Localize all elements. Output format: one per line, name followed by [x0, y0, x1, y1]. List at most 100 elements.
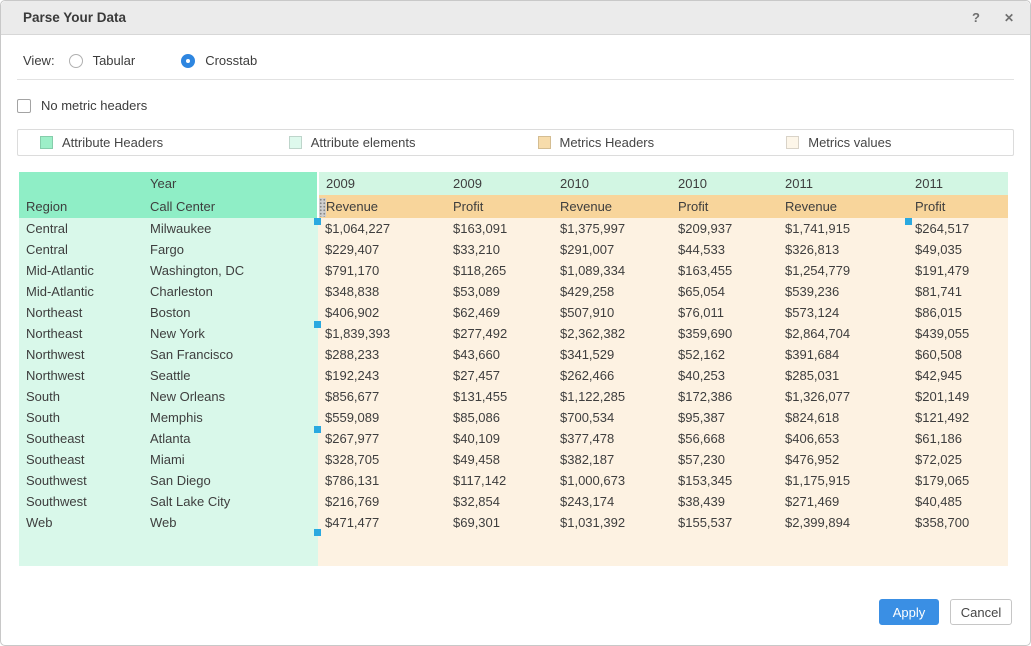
- header-cell[interactable]: Profit: [671, 195, 778, 218]
- help-icon[interactable]: ?: [972, 1, 980, 35]
- header-cell[interactable]: Revenue: [778, 195, 908, 218]
- radio-crosstab-label: Crosstab: [205, 53, 257, 68]
- data-cell: $95,387: [671, 407, 778, 428]
- table-row: NorthwestSan Francisco$288,233$43,660$34…: [19, 344, 1008, 365]
- legend-swatch: [289, 136, 302, 149]
- header-cell[interactable]: Profit: [446, 195, 553, 218]
- legend-label: Metrics Headers: [560, 135, 655, 150]
- table-row: SouthwestSan Diego$786,131$117,142$1,000…: [19, 470, 1008, 491]
- data-cell: $201,149: [908, 386, 1008, 407]
- data-cell: $559,089: [318, 407, 446, 428]
- data-cell: [778, 533, 908, 566]
- data-cell: $348,838: [318, 281, 446, 302]
- data-cell: $229,407: [318, 239, 446, 260]
- data-cell: Southeast: [19, 449, 143, 470]
- data-cell: $163,455: [671, 260, 778, 281]
- data-cell: $60,508: [908, 344, 1008, 365]
- crosstab-table: Year200920092010201020112011RegionCall C…: [19, 172, 1008, 566]
- header-cell[interactable]: Region: [19, 195, 143, 218]
- legend-label: Metrics values: [808, 135, 891, 150]
- header-cell[interactable]: Profit: [908, 195, 1008, 218]
- data-cell: $1,839,393: [318, 323, 446, 344]
- data-cell: [671, 533, 778, 566]
- data-cell: Southwest: [19, 470, 143, 491]
- table-row: NortheastBoston$406,902$62,469$507,910$7…: [19, 302, 1008, 323]
- radio-crosstab[interactable]: Crosstab: [181, 53, 257, 68]
- data-cell: $476,952: [778, 449, 908, 470]
- legend-swatch: [40, 136, 53, 149]
- table-row: NortheastNew York$1,839,393$277,492$2,36…: [19, 323, 1008, 344]
- cancel-button[interactable]: Cancel: [950, 599, 1012, 625]
- selection-handle[interactable]: [905, 218, 912, 225]
- data-cell: Central: [19, 218, 143, 239]
- data-cell: $42,945: [908, 365, 1008, 386]
- data-cell: [553, 533, 671, 566]
- data-cell: $81,741: [908, 281, 1008, 302]
- data-cell: $291,007: [553, 239, 671, 260]
- table-row: NorthwestSeattle$192,243$27,457$262,466$…: [19, 365, 1008, 386]
- data-cell: $267,977: [318, 428, 446, 449]
- data-cell: $1,175,915: [778, 470, 908, 491]
- table-row: SouthwestSalt Lake City$216,769$32,854$2…: [19, 491, 1008, 512]
- radio-crosstab-circle[interactable]: [181, 54, 195, 68]
- data-cell: $1,000,673: [553, 470, 671, 491]
- data-cell: [318, 533, 446, 566]
- selection-handle[interactable]: [314, 321, 321, 328]
- header-cell[interactable]: Revenue: [318, 195, 446, 218]
- data-cell: [143, 533, 318, 566]
- header-cell[interactable]: [19, 172, 143, 195]
- legend-item-3: Metrics values: [764, 135, 1013, 150]
- dialog-title: Parse Your Data: [23, 10, 972, 25]
- data-cell: Southwest: [19, 491, 143, 512]
- header-cell[interactable]: 2011: [908, 172, 1008, 195]
- data-cell: Salt Lake City: [143, 491, 318, 512]
- crosstab-preview: Year200920092010201020112011RegionCall C…: [19, 172, 1008, 566]
- header-cell[interactable]: Revenue: [553, 195, 671, 218]
- table-row: CentralMilwaukee$1,064,227$163,091$1,375…: [19, 218, 1008, 239]
- legend-bar: Attribute HeadersAttribute elementsMetri…: [17, 129, 1014, 156]
- header-cell[interactable]: 2010: [553, 172, 671, 195]
- data-cell: San Francisco: [143, 344, 318, 365]
- header-cell[interactable]: 2009: [318, 172, 446, 195]
- data-cell: Northeast: [19, 323, 143, 344]
- apply-button[interactable]: Apply: [879, 599, 939, 625]
- selection-handle[interactable]: [314, 218, 321, 225]
- header-cell[interactable]: Call Center: [143, 195, 318, 218]
- view-selector-row: View: Tabular Crosstab: [23, 51, 1030, 70]
- header-cell[interactable]: 2009: [446, 172, 553, 195]
- legend-label: Attribute Headers: [62, 135, 163, 150]
- radio-tabular[interactable]: Tabular: [69, 53, 136, 68]
- data-cell: $117,142: [446, 470, 553, 491]
- data-cell: $1,254,779: [778, 260, 908, 281]
- data-cell: $65,054: [671, 281, 778, 302]
- table-row: CentralFargo$229,407$33,210$291,007$44,5…: [19, 239, 1008, 260]
- data-cell: $1,089,334: [553, 260, 671, 281]
- data-cell: $172,386: [671, 386, 778, 407]
- table-row: SouthMemphis$559,089$85,086$700,534$95,3…: [19, 407, 1008, 428]
- close-icon[interactable]: ✕: [1004, 1, 1014, 35]
- selection-handle[interactable]: [314, 529, 321, 536]
- data-cell: $61,186: [908, 428, 1008, 449]
- data-cell: $358,700: [908, 512, 1008, 533]
- data-cell: $2,399,894: [778, 512, 908, 533]
- data-cell: $44,533: [671, 239, 778, 260]
- data-cell: New York: [143, 323, 318, 344]
- data-cell: Boston: [143, 302, 318, 323]
- data-cell: [446, 533, 553, 566]
- drag-grip-icon[interactable]: [319, 198, 326, 217]
- data-cell: South: [19, 386, 143, 407]
- radio-tabular-circle[interactable]: [69, 54, 83, 68]
- selection-handle[interactable]: [314, 426, 321, 433]
- header-cell[interactable]: 2011: [778, 172, 908, 195]
- parse-your-data-dialog: Parse Your Data ? ✕ View: Tabular Crosst…: [0, 0, 1031, 646]
- data-cell: $507,910: [553, 302, 671, 323]
- data-cell: $271,469: [778, 491, 908, 512]
- no-metric-headers-checkbox[interactable]: [17, 99, 31, 113]
- data-cell: $573,124: [778, 302, 908, 323]
- data-cell: Milwaukee: [143, 218, 318, 239]
- header-cell[interactable]: 2010: [671, 172, 778, 195]
- data-cell: $40,253: [671, 365, 778, 386]
- data-cell: $856,677: [318, 386, 446, 407]
- table-row: SoutheastMiami$328,705$49,458$382,187$57…: [19, 449, 1008, 470]
- header-cell[interactable]: Year: [143, 172, 318, 195]
